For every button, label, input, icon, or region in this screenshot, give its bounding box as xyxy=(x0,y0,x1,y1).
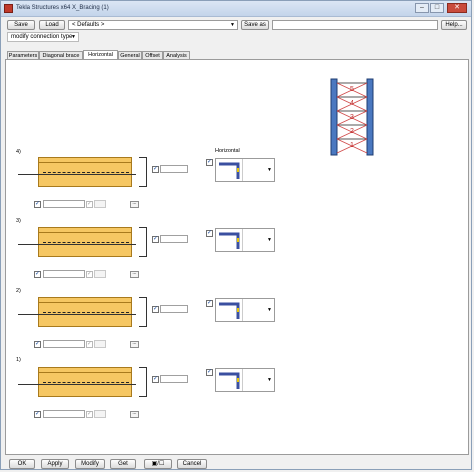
brace-axis-line xyxy=(18,174,136,175)
select-profile-button[interactable]: ... xyxy=(130,341,139,348)
profile-input[interactable] xyxy=(43,200,85,208)
offset-checkbox[interactable]: ✓ xyxy=(152,236,159,243)
brace-axis-line xyxy=(18,384,136,385)
material-input[interactable] xyxy=(94,340,106,348)
help-button[interactable]: Help... xyxy=(441,20,467,30)
chevron-down-icon: ▼ xyxy=(71,34,76,40)
save-as-button[interactable]: Save as xyxy=(241,20,269,30)
profile-input[interactable] xyxy=(43,270,85,278)
tekla-app-icon xyxy=(4,4,13,13)
dialog-window: Tekla Structures x64 X_Bracing (1) – □ ✕… xyxy=(0,0,472,470)
profile-checkbox[interactable]: ✓ xyxy=(34,201,41,208)
offset-checkbox[interactable]: ✓ xyxy=(152,306,159,313)
preset-value: < Defaults > xyxy=(72,22,105,28)
minimize-button[interactable]: – xyxy=(415,3,429,13)
chevron-down-icon: ▼ xyxy=(267,307,272,313)
dimension-bracket xyxy=(139,367,147,397)
horizontal-checkbox[interactable]: ✓ xyxy=(206,300,213,307)
select-profile-button[interactable]: ... xyxy=(130,411,139,418)
frame-level-label: 4 xyxy=(350,100,354,107)
toggle-all-checkboxes-button[interactable]: ▣/☐ xyxy=(144,459,172,469)
save-button[interactable]: Save xyxy=(7,20,35,30)
horizontal-column-header: Horizontal xyxy=(215,148,240,154)
horizontal-profile-icon xyxy=(219,372,240,389)
preset-select[interactable]: < Defaults > ▼ xyxy=(68,20,238,30)
offset-checkbox[interactable]: ✓ xyxy=(152,376,159,383)
select-profile-button[interactable]: ... xyxy=(130,201,139,208)
horizontal-profile-icon xyxy=(219,162,240,179)
material-checkbox[interactable]: ✓ xyxy=(86,201,93,208)
bracing-frame-preview: 5 4 3 2 1 xyxy=(330,78,374,156)
material-input[interactable] xyxy=(94,410,106,418)
offset-input[interactable] xyxy=(160,375,188,383)
frame-level-label: 3 xyxy=(350,114,354,121)
horizontal-beam-diagram xyxy=(38,227,132,257)
load-button[interactable]: Load xyxy=(39,20,65,30)
dimension-bracket xyxy=(139,297,147,327)
get-button[interactable]: Get xyxy=(110,459,136,469)
apply-button[interactable]: Apply xyxy=(41,459,69,469)
level-label: 3) xyxy=(16,218,21,224)
level-label: 4) xyxy=(16,149,21,155)
chevron-down-icon: ▼ xyxy=(267,377,272,383)
horizontal-beam-diagram xyxy=(38,297,132,327)
horizontal-tab-panel: 5 4 3 2 1 Horizontal 4) ✓ ✓ ✓ ... ✓ ▼ 3)… xyxy=(5,59,469,455)
material-checkbox[interactable]: ✓ xyxy=(86,271,93,278)
frame-level-label: 1 xyxy=(350,142,354,149)
close-button[interactable]: ✕ xyxy=(447,3,467,13)
chevron-down-icon: ▼ xyxy=(267,167,272,173)
horizontal-profile-select[interactable]: ▼ xyxy=(215,368,275,392)
ok-button[interactable]: OK xyxy=(9,459,35,469)
connection-type-select[interactable]: modify connection type ▼ xyxy=(7,32,79,42)
horizontal-beam-diagram xyxy=(38,157,132,187)
offset-input[interactable] xyxy=(160,235,188,243)
profile-checkbox[interactable]: ✓ xyxy=(34,341,41,348)
cancel-button[interactable]: Cancel xyxy=(177,459,207,469)
offset-input[interactable] xyxy=(160,165,188,173)
profile-input[interactable] xyxy=(43,410,85,418)
level-label: 1) xyxy=(16,357,21,363)
material-checkbox[interactable]: ✓ xyxy=(86,341,93,348)
material-input[interactable] xyxy=(94,200,106,208)
select-profile-button[interactable]: ... xyxy=(130,271,139,278)
horizontal-profile-select[interactable]: ▼ xyxy=(215,228,275,252)
maximize-button[interactable]: □ xyxy=(430,3,444,13)
horizontal-checkbox[interactable]: ✓ xyxy=(206,369,213,376)
dimension-bracket xyxy=(139,227,147,257)
profile-input[interactable] xyxy=(43,340,85,348)
title-bar: Tekla Structures x64 X_Bracing (1) – □ ✕ xyxy=(1,1,471,17)
horizontal-profile-icon xyxy=(219,302,240,319)
dimension-bracket xyxy=(139,157,147,187)
horizontal-profile-select[interactable]: ▼ xyxy=(215,158,275,182)
save-as-name-input[interactable] xyxy=(272,20,438,30)
profile-checkbox[interactable]: ✓ xyxy=(34,411,41,418)
horizontal-profile-select[interactable]: ▼ xyxy=(215,298,275,322)
horizontal-beam-diagram xyxy=(38,367,132,397)
material-checkbox[interactable]: ✓ xyxy=(86,411,93,418)
chevron-down-icon: ▼ xyxy=(230,22,235,28)
brace-axis-line xyxy=(18,314,136,315)
modify-button[interactable]: Modify xyxy=(75,459,105,469)
horizontal-checkbox[interactable]: ✓ xyxy=(206,230,213,237)
offset-checkbox[interactable]: ✓ xyxy=(152,166,159,173)
level-label: 2) xyxy=(16,288,21,294)
material-input[interactable] xyxy=(94,270,106,278)
frame-level-label: 5 xyxy=(350,86,354,93)
offset-input[interactable] xyxy=(160,305,188,313)
horizontal-profile-icon xyxy=(219,232,240,249)
chevron-down-icon: ▼ xyxy=(267,237,272,243)
horizontal-checkbox[interactable]: ✓ xyxy=(206,159,213,166)
connection-type-value: modify connection type xyxy=(11,34,73,40)
window-title: Tekla Structures x64 X_Bracing (1) xyxy=(16,5,109,11)
frame-level-label: 2 xyxy=(350,128,354,135)
profile-checkbox[interactable]: ✓ xyxy=(34,271,41,278)
brace-axis-line xyxy=(18,244,136,245)
